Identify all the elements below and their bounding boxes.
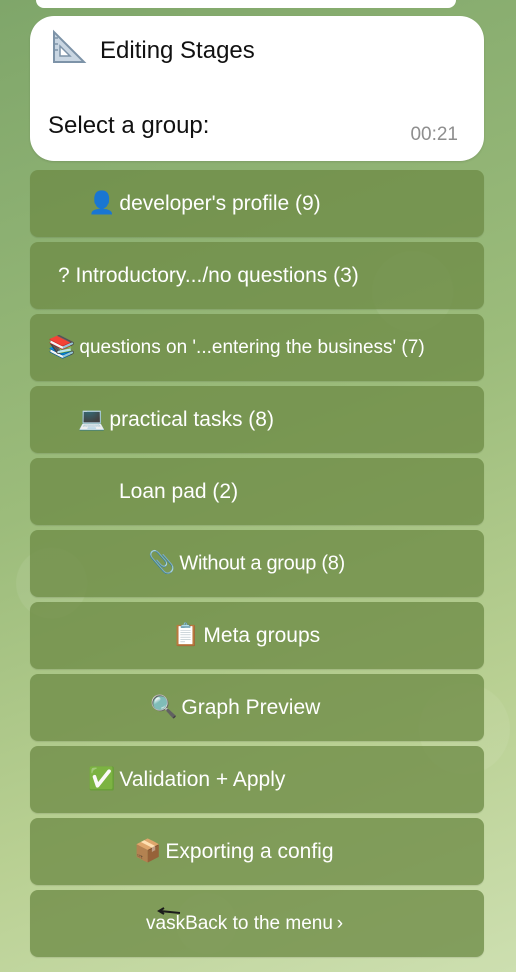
paperclip-icon: 📎: [148, 550, 176, 576]
button-label: ? Introductory.../no questions (3): [58, 263, 359, 287]
button-label: Meta groups: [203, 623, 321, 647]
without-group-button[interactable]: 📎 Without a group (8): [30, 530, 484, 597]
graph-preview-button[interactable]: 🔍 Graph Preview: [30, 674, 484, 741]
triangular-ruler-icon: [50, 28, 90, 73]
button-label: questions on '...entering the business' …: [79, 336, 425, 358]
bust-silhouette-icon: 👤: [88, 190, 116, 216]
validation-apply-button[interactable]: ✅ Validation + Apply: [30, 746, 484, 813]
button-label: Exporting a config: [165, 839, 334, 863]
business-questions-button[interactable]: 📚 questions on '...entering the business…: [30, 314, 484, 381]
package-icon: 📦: [134, 838, 162, 864]
button-label: Graph Preview: [181, 695, 321, 719]
message-time: 00:21: [410, 124, 458, 145]
button-label: Without a group (8): [179, 552, 345, 574]
loan-pad-button[interactable]: Loan pad (2): [30, 458, 484, 525]
message-text: Select a group:: [48, 112, 210, 139]
developer-profile-button[interactable]: 👤 developer's profile (9): [30, 170, 484, 237]
button-label: Validation + Apply: [119, 767, 286, 791]
laptop-icon: 💻: [78, 406, 106, 432]
button-label: practical tasks (8): [109, 407, 274, 431]
button-label: developer's profile (9): [119, 191, 321, 215]
button-label: Loan pad (2): [119, 479, 239, 503]
clipboard-icon: 📋: [172, 622, 200, 648]
introductory-button[interactable]: ? Introductory.../no questions (3): [30, 242, 484, 309]
back-to-menu-button[interactable]: vaskBack to the menu ›: [30, 890, 484, 957]
magnifier-icon: 🔍: [150, 694, 178, 720]
message-title-text: Editing Stages: [100, 36, 255, 64]
message-title: Editing Stages: [50, 28, 255, 73]
previous-message-edge: [36, 0, 456, 8]
meta-groups-button[interactable]: 📋 Meta groups: [30, 602, 484, 669]
practical-tasks-button[interactable]: 💻 practical tasks (8): [30, 386, 484, 453]
check-mark-icon: ✅: [88, 766, 116, 792]
inline-keyboard: 👤 developer's profile (9) ? Introductory…: [30, 170, 484, 962]
export-config-button[interactable]: 📦 Exporting a config: [30, 818, 484, 885]
message-bubble: Editing Stages Select a group: 00:21: [30, 16, 484, 161]
books-icon: 📚: [48, 334, 76, 360]
